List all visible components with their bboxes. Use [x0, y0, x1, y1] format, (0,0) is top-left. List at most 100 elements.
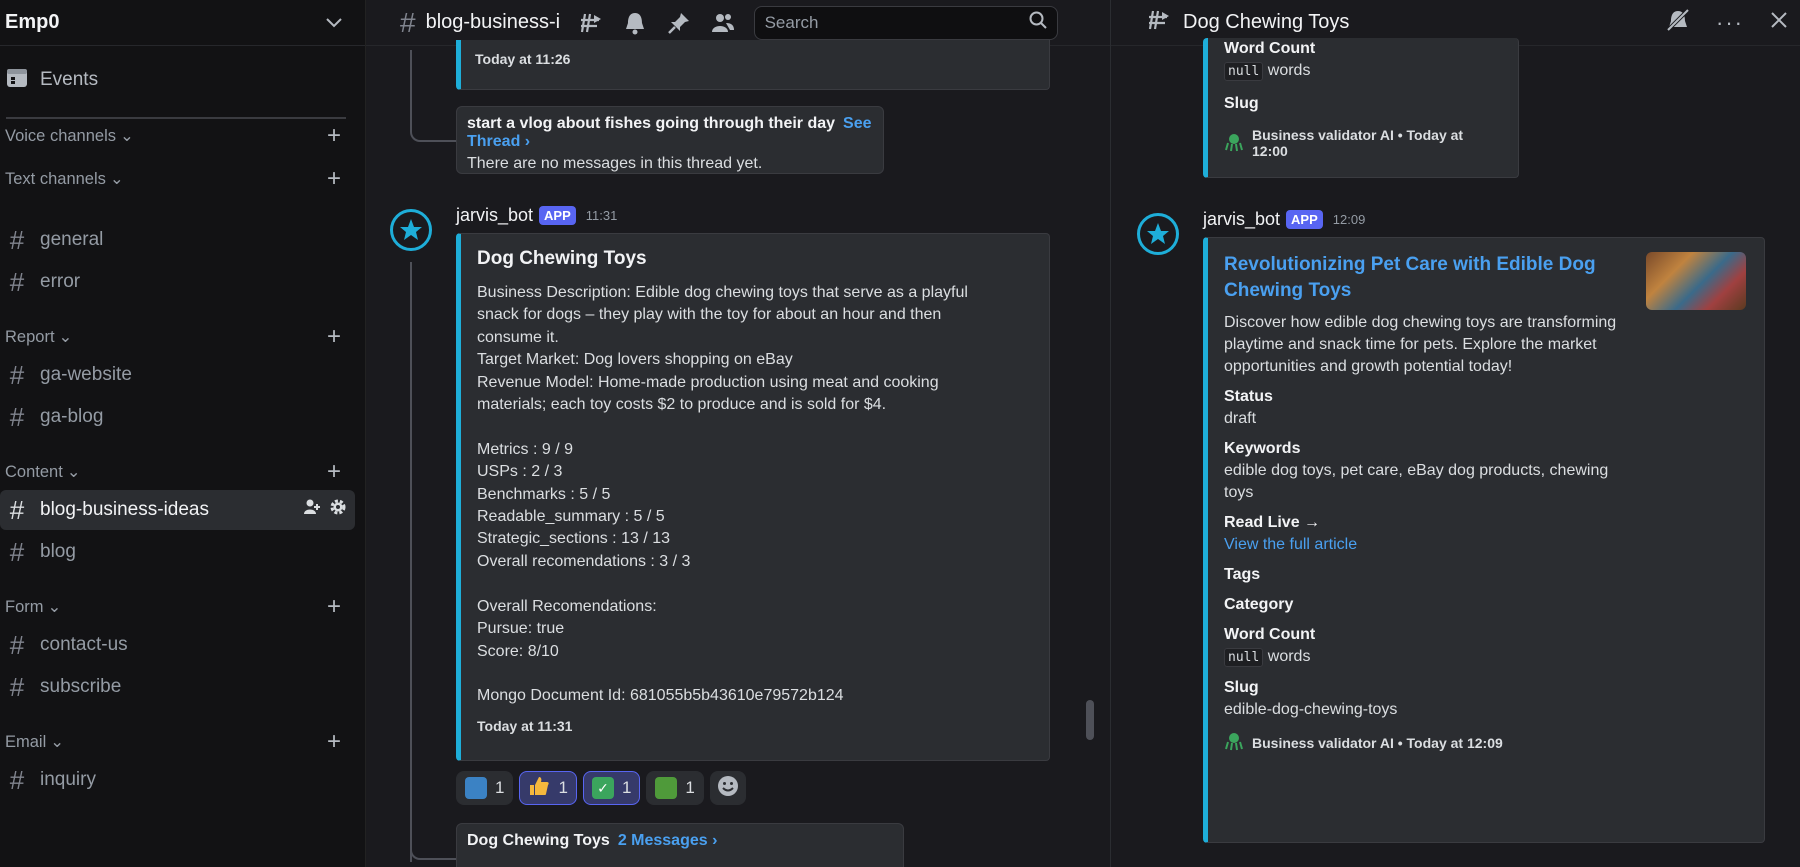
server-name: Emp0 [5, 11, 60, 33]
category-email[interactable]: Email ⌄ + [5, 730, 345, 754]
close-icon[interactable] [1770, 11, 1788, 34]
embed-footer: Business validator AI • Today at 12:09 [1224, 731, 1748, 754]
bell-icon[interactable] [622, 10, 648, 36]
channel-inquiry[interactable]: # inquiry [0, 760, 355, 800]
add-channel-icon[interactable]: + [327, 325, 341, 349]
reaction-count: 1 [621, 778, 632, 797]
channel-contact-us[interactable]: # contact-us [0, 625, 355, 665]
avatar[interactable] [390, 209, 432, 251]
category-report[interactable]: Report ⌄ + [5, 325, 345, 349]
reaction-book-blue[interactable]: 1 [456, 771, 514, 805]
bot-icon [1224, 132, 1244, 155]
embed-body: Business Description: Edible dog chewing… [477, 284, 968, 705]
category-content[interactable]: Content ⌄ + [5, 460, 345, 484]
search-bar[interactable] [753, 5, 1058, 40]
article-title-link[interactable]: Revolutionizing Pet Care with Edible Dog… [1224, 252, 1624, 304]
scrollbar-thumb[interactable] [1086, 700, 1094, 740]
channel-label: ga-blog [40, 406, 104, 427]
previous-embed: Today at 11:26 [456, 40, 1050, 90]
bell-muted-icon[interactable] [1666, 8, 1690, 37]
channel-general[interactable]: # general [0, 220, 355, 260]
threads-icon[interactable] [578, 10, 604, 36]
article-thumbnail[interactable] [1646, 252, 1746, 310]
view-article-link[interactable]: View the full article [1224, 534, 1748, 556]
add-channel-icon[interactable]: + [327, 124, 341, 148]
channel-title: blog-business-ideas [425, 11, 560, 33]
thread-panel: Dog Chewing Toys ··· Word Count null wor… [1110, 0, 1800, 867]
category-label: Email [5, 732, 47, 751]
chevron-down-icon: ⌄ [66, 463, 81, 481]
add-channel-icon[interactable]: + [327, 730, 341, 754]
blue-book-icon [465, 777, 487, 799]
app-badge: APP [539, 206, 576, 225]
embed-footer: Business validator AI • Today at 12:00 [1224, 127, 1502, 159]
channel-subscribe[interactable]: # subscribe [0, 667, 355, 707]
bot-icon [1224, 731, 1244, 754]
word-count-label: Word Count [1224, 40, 1316, 57]
pin-icon[interactable] [666, 10, 692, 36]
thread-connector [410, 780, 456, 860]
events-label: Events [40, 69, 99, 90]
category-voice-channels[interactable]: Voice channels ⌄ + [5, 124, 345, 148]
hash-icon: # [9, 764, 25, 795]
events-item[interactable]: Events [6, 66, 98, 94]
word-count-suffix: words [1267, 648, 1311, 665]
app-badge: APP [1286, 210, 1323, 229]
category-form[interactable]: Form ⌄ + [5, 595, 345, 619]
chevron-down-icon: ⌄ [47, 598, 62, 616]
channel-label: ga-website [40, 364, 132, 385]
thread-card[interactable]: Dog Chewing Toys 2 Messages › [456, 823, 904, 867]
channel-label: error [40, 271, 81, 292]
status-value: draft [1224, 410, 1257, 427]
category-label: Content [5, 462, 63, 481]
add-member-icon[interactable] [303, 498, 321, 522]
thumbs-up-icon [528, 775, 550, 802]
gear-icon[interactable] [329, 498, 347, 522]
channel-ga-blog[interactable]: # ga-blog [0, 397, 355, 437]
green-book-icon [655, 777, 678, 799]
slug-value: edible-dog-chewing-toys [1224, 701, 1398, 718]
thread-icon [1147, 8, 1171, 37]
username[interactable]: jarvis_bot [456, 205, 533, 226]
reaction-check[interactable]: ✓ 1 [582, 771, 641, 805]
thread-connector [410, 262, 412, 862]
hash-icon: # [9, 629, 25, 660]
channel-blog[interactable]: # blog [0, 532, 355, 572]
category-label: Text channels [5, 169, 106, 188]
add-channel-icon[interactable]: + [327, 595, 341, 619]
channel-error[interactable]: # error [0, 262, 355, 302]
thread-connector [410, 50, 456, 142]
category-text-channels[interactable]: Text channels ⌄ + [5, 167, 345, 191]
server-header[interactable]: Emp0 [0, 0, 365, 46]
channel-blog-business-ideas[interactable]: # blog-business-ideas [0, 490, 355, 530]
tags-label: Tags [1224, 566, 1261, 583]
more-options-icon[interactable]: ··· [1716, 10, 1744, 36]
chevron-down-icon[interactable] [323, 12, 345, 34]
messages-link[interactable]: 2 Messages › [618, 832, 718, 849]
channel-label: general [40, 229, 104, 250]
add-channel-icon[interactable]: + [327, 167, 341, 191]
channel-label: contact-us [40, 634, 128, 655]
hash-icon: # [9, 494, 25, 525]
previous-embed: Word Count null words Slug Business vali… [1203, 38, 1519, 178]
article-description: Discover how edible dog chewing toys are… [1224, 314, 1617, 375]
thread-title: Dog Chewing Toys [467, 832, 610, 849]
channel-ga-website[interactable]: # ga-website [0, 355, 355, 395]
reaction-count: 1 [558, 778, 568, 797]
category-label: Report [5, 327, 55, 346]
reaction-book-green[interactable]: 1 [646, 771, 704, 805]
reaction-thumbs-up[interactable]: 1 [519, 771, 577, 805]
message-time: 11:31 [585, 208, 618, 223]
add-channel-icon[interactable]: + [327, 460, 341, 484]
add-reaction-button[interactable] [709, 771, 746, 805]
slug-label: Slug [1224, 95, 1259, 112]
search-input[interactable] [764, 12, 995, 33]
avatar[interactable] [1137, 213, 1179, 255]
divider [6, 117, 346, 119]
message-header: jarvis_bot APP 12:09 [1203, 209, 1365, 230]
username[interactable]: jarvis_bot [1203, 209, 1280, 230]
search-icon[interactable] [1029, 11, 1047, 34]
members-icon[interactable] [710, 10, 736, 36]
thread-card[interactable]: start a vlog about fishes going through … [456, 106, 884, 174]
category-label: Category [1224, 596, 1294, 613]
